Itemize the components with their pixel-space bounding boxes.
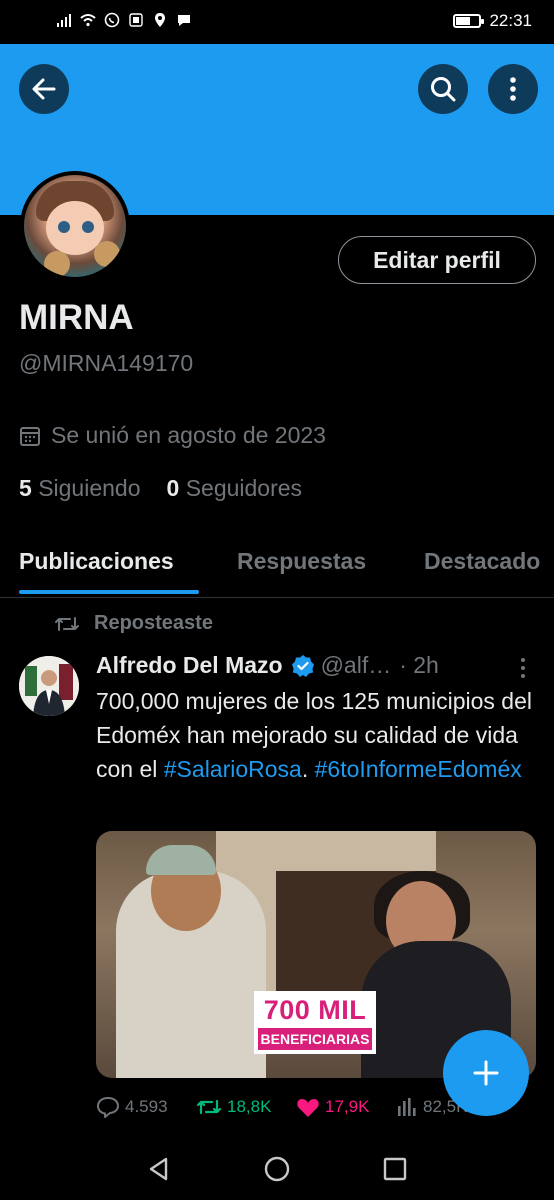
repost-indicator: Reposteaste [54,612,213,635]
profile-tabs: Publicaciones Respuestas Destacado [0,540,554,598]
more-vertical-icon [521,658,525,678]
followers-link[interactable]: 0 Seguidores [167,475,303,502]
post-timestamp: · 2h [399,652,439,678]
avatar-eye [82,221,94,233]
followers-label: Seguidores [185,475,303,501]
post-author-avatar[interactable] [19,656,79,716]
avatar-eye [58,221,70,233]
repost-button[interactable]: 18,8K [196,1097,296,1117]
search-icon [431,77,456,102]
more-options-button[interactable] [488,64,538,114]
back-button[interactable] [19,64,69,114]
reply-count: 4.593 [125,1097,168,1116]
battery-icon [453,14,485,28]
repost-label: Reposteaste [94,612,213,634]
media-badge-title: 700 MIL [263,995,367,1025]
post-more-button[interactable] [514,656,532,685]
nav-back-icon [149,1157,168,1181]
media-man-cap [146,845,216,875]
nav-recents-icon [383,1157,407,1181]
follow-stats: 5 Siguiendo 0 Seguidores [19,475,302,502]
media-badge: 700 MIL BENEFICIARIAS [254,991,376,1054]
wifi-icon [80,14,96,27]
following-count: 5 [19,475,32,501]
calendar-icon [20,426,40,446]
location-icon [155,13,165,27]
joined-text: Se unió en agosto de 2023 [51,422,326,448]
post-author-handle[interactable]: @alf… [321,652,392,679]
media-badge-subtitle: BENEFICIARIAS [258,1028,372,1050]
profile-name: MIRNA [19,298,134,337]
hashtag-link[interactable]: #SalarioRosa [164,756,302,782]
profile-avatar[interactable] [20,171,130,281]
author-photo [19,656,79,716]
joined-date: Se unió en agosto de 2023 [19,422,326,449]
more-vertical-icon [510,77,516,101]
profile-handle: @MIRNA149170 [19,350,194,376]
following-label: Siguiendo [38,475,141,501]
tab-posts[interactable]: Publicaciones [19,548,174,575]
avatar-teddy [94,241,120,267]
tab-replies[interactable]: Respuestas [237,548,366,575]
post-separator: . [301,756,309,782]
nav-recents-button[interactable] [382,1156,408,1187]
nav-home-icon [264,1156,290,1182]
search-button[interactable] [418,64,468,114]
avatar-teddy [44,251,70,277]
views-chart-icon [398,1098,416,1116]
verified-badge-icon [291,654,314,677]
like-count: 17,9K [325,1097,370,1116]
edit-profile-button[interactable]: Editar perfil [338,236,536,284]
post-author-name[interactable]: Alfredo Del Mazo [96,652,283,679]
plus-icon [473,1060,499,1086]
active-tab-indicator [19,590,199,594]
tab-highlights[interactable]: Destacado [424,548,540,575]
nav-home-button[interactable] [264,1156,290,1187]
arrow-left-icon [32,78,56,100]
nav-back-button[interactable] [146,1156,172,1187]
like-button[interactable]: 17,9K [296,1096,396,1118]
status-icons-right: 22:31 [453,11,532,31]
heart-icon [297,1099,319,1117]
following-link[interactable]: 5 Siguiendo [19,475,141,502]
data-icon [129,13,143,27]
signal-icon [57,14,71,27]
repost-icon [55,616,79,631]
repost-count: 18,8K [227,1097,272,1116]
system-nav-bar [0,1140,554,1200]
repost-icon [196,1099,222,1115]
hashtag-link[interactable]: #6toInformeEdoméx [315,756,522,782]
whatsapp-icon [104,12,120,28]
reply-icon [97,1097,119,1118]
reply-button[interactable]: 4.593 [96,1096,196,1118]
post-text: 700,000 mujeres de los 125 municipios de… [96,684,536,786]
post-header: Alfredo Del Mazo @alf… · 2h [96,652,439,679]
status-icons-left [56,12,192,28]
status-bar: 22:31 [0,0,554,44]
compose-fab-button[interactable] [443,1030,529,1116]
followers-count: 0 [166,475,180,501]
status-time: 22:31 [489,11,532,30]
chat-icon [178,15,190,26]
